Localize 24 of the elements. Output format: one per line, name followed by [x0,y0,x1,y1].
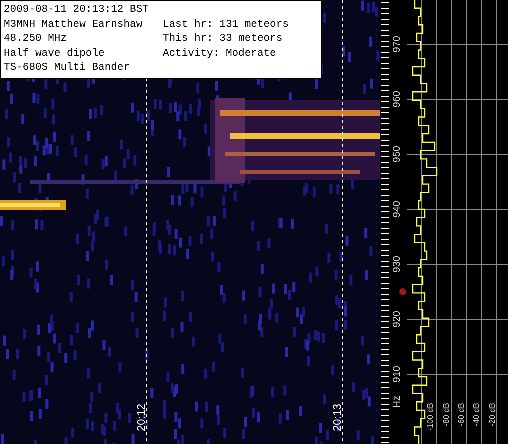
frequency-label: 950 [392,146,403,163]
info-line: Activity: Moderate [162,46,278,62]
power-label: -60 dB [457,403,466,427]
frequency-label: 920 [392,311,403,328]
power-label: -80 dB [442,403,451,427]
power-label: -20 dB [488,403,497,427]
info-line: 48.250 MHz [4,32,68,47]
frequency-label: 930 [392,256,403,273]
info-line: TS-680S Multi Bander [4,61,132,76]
frequency-label: 960 [392,91,403,108]
frequency-label: 940 [392,201,403,218]
info-line: Half wave dipole [4,46,106,62]
power-label: -100 dB [426,403,435,432]
power-label: -40 dB [472,403,481,427]
info-line: Last hr: 131 meteors [162,18,289,32]
time-label: 20:13 [332,404,344,432]
marker-icon [399,288,407,296]
info-line: 2009-08-11 20:13:12 BST [4,3,149,18]
time-label: 20:12 [136,404,148,432]
info-line: M3MNH Matthew Earnshaw [4,18,144,32]
unit-label: Hz [392,396,403,408]
frequency-label: 910 [392,366,403,383]
frequency-label: 970 [392,36,403,53]
info-line: This hr: 33 meteors [162,32,284,47]
